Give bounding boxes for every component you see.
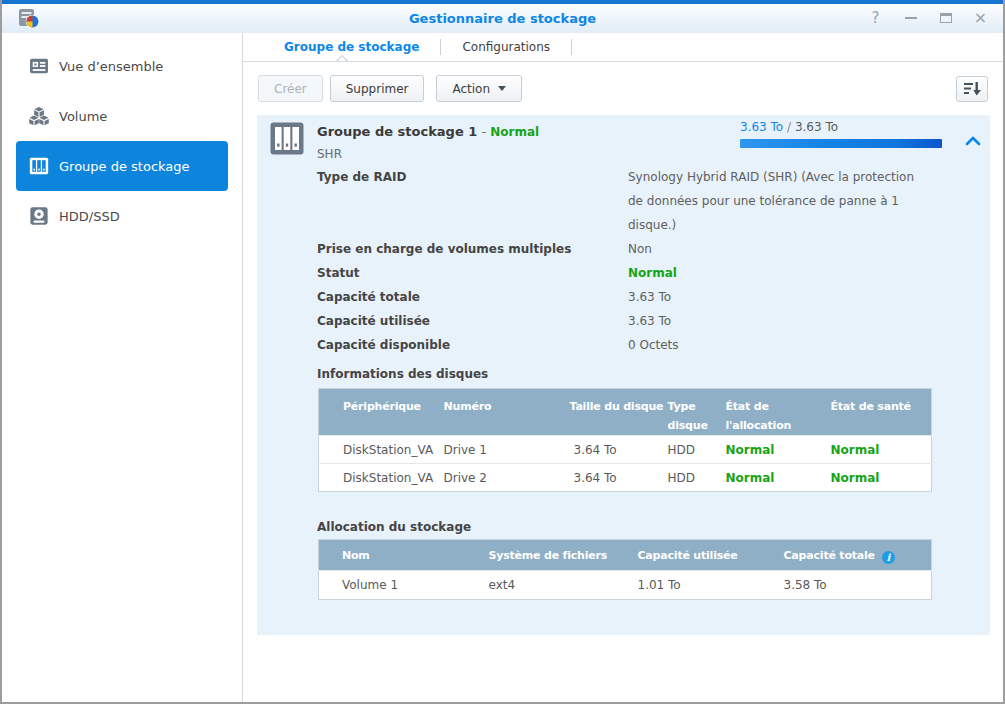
- table-cell: Normal: [707, 464, 812, 492]
- table-cell: 3.64 To: [550, 464, 652, 492]
- detail-label: Type de RAID: [317, 165, 628, 237]
- maximize-button[interactable]: [938, 11, 953, 26]
- table-cell: 3.64 To: [550, 436, 652, 464]
- column-header: État de santé: [812, 389, 932, 436]
- tab-separator: [571, 39, 572, 55]
- help-button[interactable]: ?: [868, 11, 883, 26]
- column-header: État de l'allocation: [707, 389, 812, 436]
- table-cell: Volume 1: [319, 571, 466, 600]
- storage-manager-window: Gestionnaire de stockage ? ×: [0, 0, 1005, 704]
- action-button[interactable]: Action: [436, 75, 522, 102]
- storage-group-card-icon: [270, 122, 304, 159]
- allocation-section-title: Allocation du stockage: [317, 520, 990, 534]
- detail-value: 3.63 To: [628, 285, 928, 309]
- table-cell: Drive 2: [425, 464, 550, 492]
- chevron-up-icon: [965, 136, 981, 146]
- column-header: Taille du disque: [550, 389, 652, 436]
- detail-label: Capacité utilisée: [317, 309, 628, 333]
- storage-manager-app-icon: [18, 7, 40, 29]
- storage-group-panel: Groupe de stockage 1 - Normal SHR 3.63 T…: [257, 115, 990, 635]
- detail-row: Type de RAIDSynology Hybrid RAID (SHR) (…: [317, 165, 990, 237]
- group-subtitle: SHR: [317, 147, 539, 161]
- tab-storage-group[interactable]: Groupe de stockage: [263, 33, 440, 61]
- sidebar-item-hdd-ssd[interactable]: HDD/SSD: [16, 191, 228, 241]
- usage-total: 3.63 To: [795, 120, 838, 134]
- detail-label: Capacité disponible: [317, 333, 628, 357]
- overview-icon: [29, 55, 49, 77]
- sidebar-item-label: Groupe de stockage: [59, 159, 190, 174]
- detail-row: Capacité utilisée3.63 To: [317, 309, 990, 333]
- detail-label: Statut: [317, 261, 628, 285]
- delete-button[interactable]: Supprimer: [330, 75, 425, 102]
- sidebar-item-storage-group[interactable]: Groupe de stockage: [16, 141, 228, 191]
- table-cell: Normal: [812, 436, 932, 464]
- active-tab-notch: [334, 54, 350, 61]
- tab-configurations[interactable]: Configurations: [441, 33, 571, 61]
- close-button[interactable]: ×: [973, 10, 988, 26]
- info-icon[interactable]: i: [882, 551, 895, 564]
- tab-bar: Groupe de stockage Configurations: [243, 33, 1003, 62]
- minimize-icon: [905, 17, 917, 19]
- detail-value: Non: [628, 237, 928, 261]
- table-row[interactable]: DiskStation_VADrive 13.64 ToHDDNormalNor…: [319, 436, 932, 464]
- dropdown-caret-icon: [498, 86, 506, 91]
- detail-value: 3.63 To: [628, 309, 928, 333]
- minimize-button[interactable]: [903, 11, 918, 26]
- detail-row: Prise en charge de volumes multiplesNon: [317, 237, 990, 261]
- table-row[interactable]: Volume 1ext41.01 To3.58 To: [319, 571, 932, 600]
- sidebar-item-label: HDD/SSD: [59, 209, 120, 224]
- group-title: Groupe de stockage 1: [317, 124, 477, 139]
- group-status: Normal: [490, 125, 539, 139]
- usage-used: 3.63 To: [740, 120, 783, 134]
- hdd-icon: [29, 205, 49, 227]
- table-cell: HDD: [652, 464, 707, 492]
- storage-group-icon: [29, 155, 49, 177]
- collapse-button[interactable]: [965, 131, 981, 150]
- disks-table: PériphériqueNuméroTaille du disqueType d…: [318, 388, 932, 492]
- sidebar-item-volume[interactable]: Volume: [16, 91, 228, 141]
- detail-label: Prise en charge de volumes multiples: [317, 237, 628, 261]
- maximize-icon: [940, 13, 952, 23]
- sort-descending-icon: [964, 82, 981, 96]
- sidebar-item-label: Volume: [59, 109, 107, 124]
- column-header: Nom: [319, 540, 466, 571]
- table-cell: Normal: [812, 464, 932, 492]
- sort-button[interactable]: [956, 76, 988, 102]
- detail-value: 0 Octets: [628, 333, 928, 357]
- table-cell: 1.01 To: [615, 571, 761, 600]
- table-cell: DiskStation_VA: [319, 436, 425, 464]
- detail-row: Capacité disponible0 Octets: [317, 333, 990, 357]
- table-cell: HDD: [652, 436, 707, 464]
- window-title: Gestionnaire de stockage: [2, 11, 1003, 26]
- column-header: Capacité totalei: [761, 540, 932, 571]
- detail-row: StatutNormal: [317, 261, 990, 285]
- sidebar-item-overview[interactable]: Vue d’ensemble: [16, 41, 228, 91]
- detail-value: Normal: [628, 261, 928, 285]
- usage-summary: 3.63 To / 3.63 To: [740, 120, 942, 148]
- disks-section-title: Informations des disques: [317, 367, 990, 381]
- window-controls: ? ×: [868, 4, 988, 32]
- column-header: Numéro: [425, 389, 550, 436]
- detail-row: Capacité totale3.63 To: [317, 285, 990, 309]
- sidebar: Vue d’ensemble: [2, 33, 243, 702]
- column-header: Capacité utilisée: [615, 540, 761, 571]
- create-button[interactable]: Créer: [258, 75, 323, 102]
- detail-value: Synology Hybrid RAID (SHR) (Avec la prot…: [628, 165, 928, 237]
- volume-icon: [29, 105, 49, 127]
- detail-label: Capacité totale: [317, 285, 628, 309]
- sidebar-item-label: Vue d’ensemble: [59, 59, 163, 74]
- column-header: Système de fichiers: [466, 540, 615, 571]
- titlebar: Gestionnaire de stockage ? ×: [2, 4, 1003, 33]
- table-row[interactable]: DiskStation_VADrive 23.64 ToHDDNormalNor…: [319, 464, 932, 492]
- usage-bar: [740, 139, 942, 148]
- allocation-table: NomSystème de fichiersCapacité utiliséeC…: [318, 539, 932, 600]
- table-cell: 3.58 To: [761, 571, 932, 600]
- table-cell: Normal: [707, 436, 812, 464]
- column-header: Périphérique: [319, 389, 425, 436]
- table-cell: DiskStation_VA: [319, 464, 425, 492]
- table-cell: ext4: [466, 571, 615, 600]
- toolbar: Créer Supprimer Action: [243, 62, 1003, 115]
- table-cell: Drive 1: [425, 436, 550, 464]
